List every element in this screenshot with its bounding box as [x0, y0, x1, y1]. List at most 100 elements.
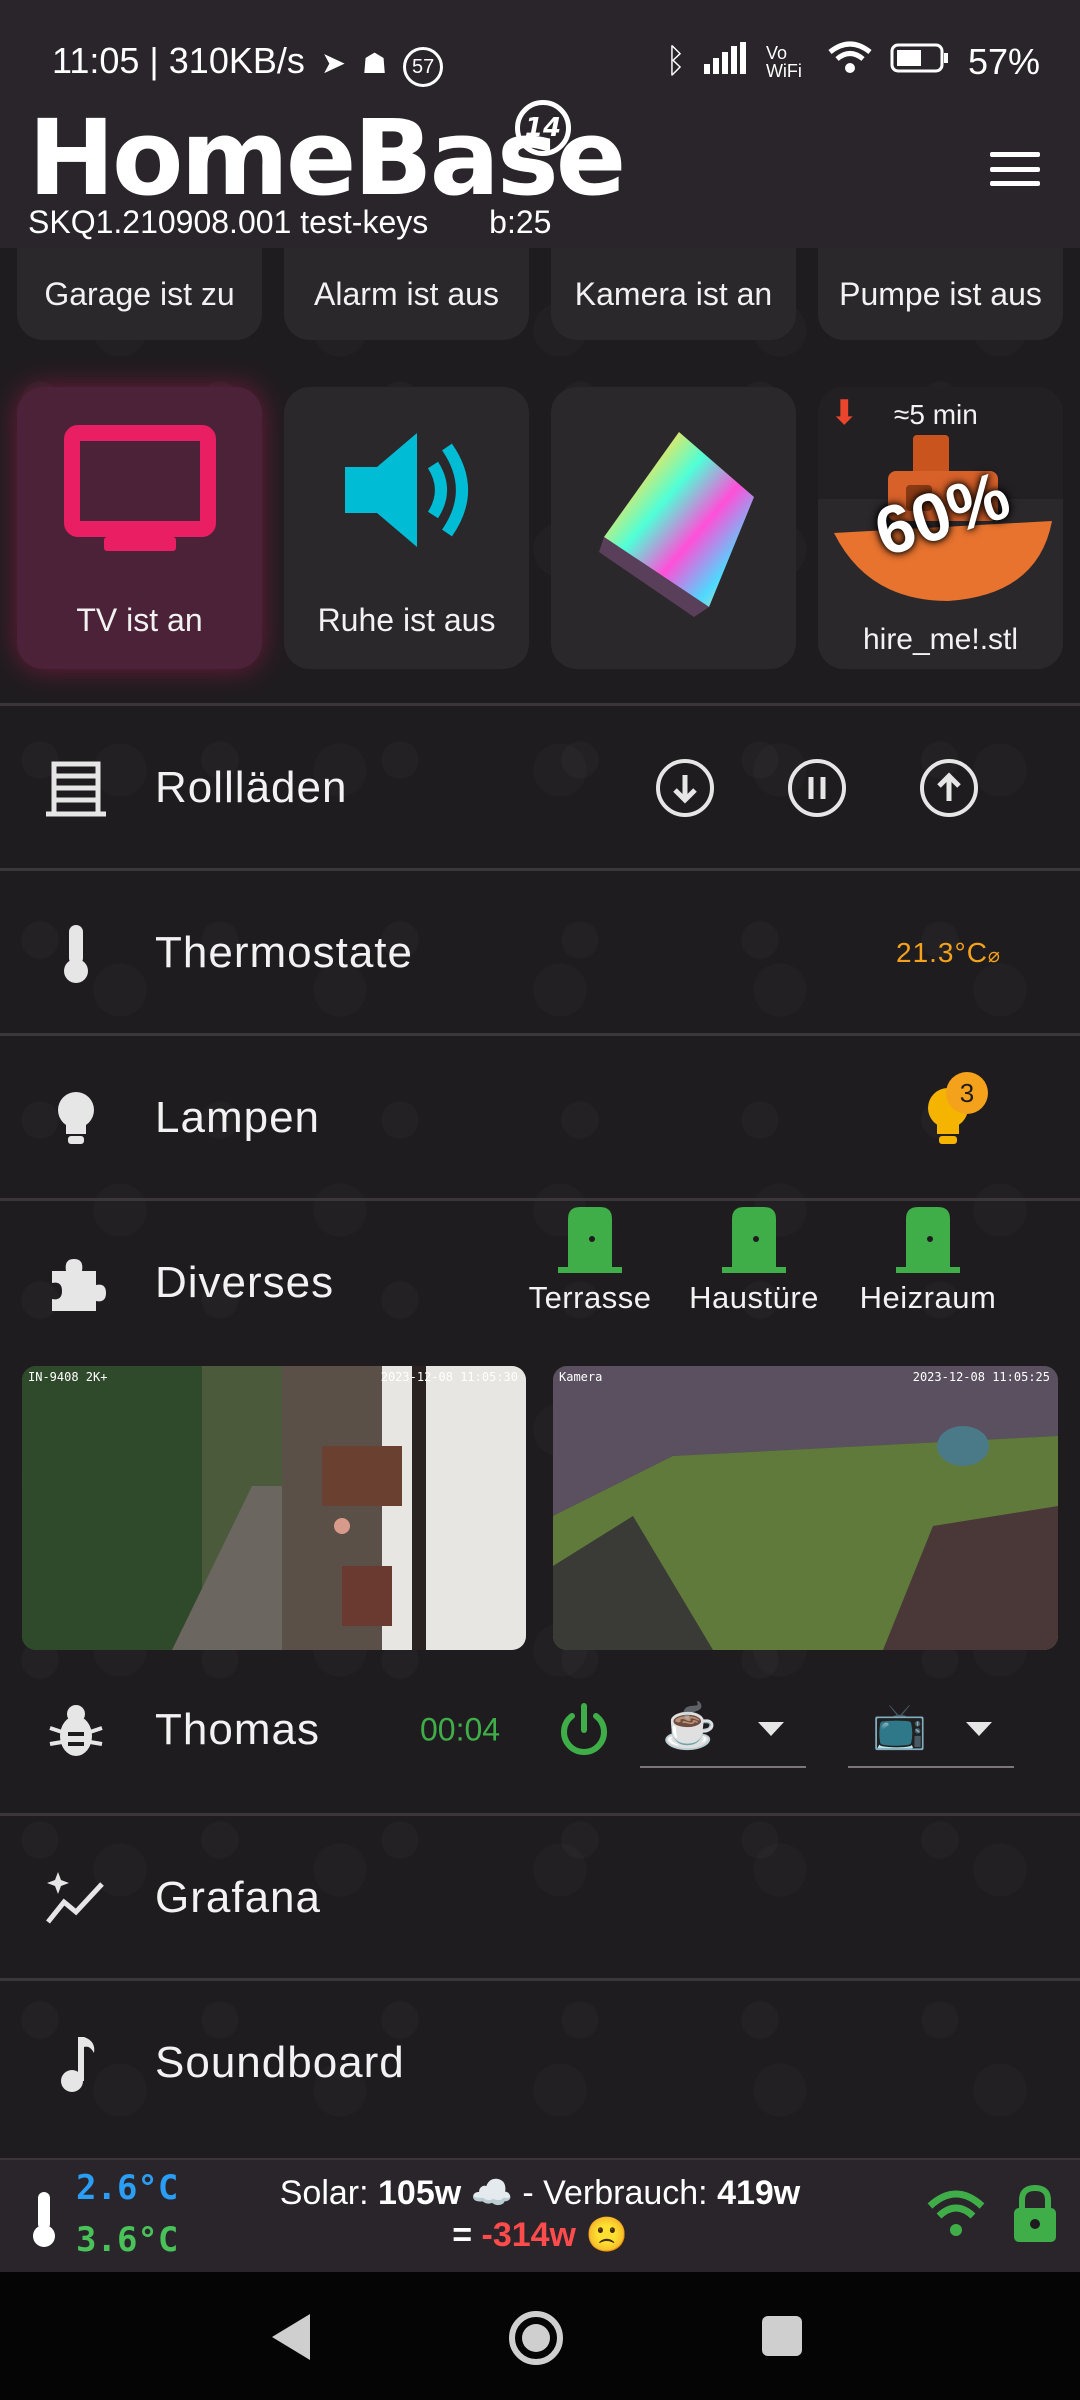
back-icon — [272, 2314, 310, 2360]
chart-sparkle-icon — [44, 1866, 108, 1930]
tv-label: TV ist an — [76, 602, 203, 638]
door-icon — [722, 1207, 786, 1273]
coffee-icon: ☕ — [662, 1702, 717, 1751]
holographic-cube-image — [551, 427, 796, 632]
camera-timestamp: 2023-12-08 11:05:25 — [912, 1370, 1050, 1384]
soundboard-title: Soundboard — [155, 2038, 405, 2087]
status-right-group: ᛒ Vo WiFi 57% — [666, 40, 1040, 83]
lamps-on-indicator[interactable]: 3 — [924, 1072, 1000, 1162]
telegram-icon: ➤ — [320, 47, 347, 80]
door-label: Terrasse — [528, 1280, 652, 1315]
build-number: b:25 — [489, 204, 552, 240]
recents-button[interactable] — [760, 2314, 804, 2363]
user-name: Thomas — [155, 1705, 320, 1754]
menu-icon[interactable] — [990, 152, 1040, 186]
window-shutter-icon — [44, 756, 108, 820]
lamps-row[interactable]: Lampen 3 — [0, 1038, 1080, 1198]
tv-icon — [17, 425, 262, 562]
door-label: Haustüre — [689, 1280, 819, 1315]
camera-feed-garden[interactable]: Kamera 2023-12-08 11:05:25 — [553, 1366, 1058, 1650]
camera-overlay-left: IN-9408 2K+ — [28, 1370, 108, 1384]
bug-icon — [44, 1698, 108, 1762]
alarm-status-button[interactable]: Alarm ist aus — [284, 248, 529, 340]
camera-feed-front[interactable]: IN-9408 2K+ 2023-12-08 11:05:30 — [22, 1366, 526, 1650]
energy-line-1: Solar: 105w ☁️ - Verbrauch: 419w — [279, 2174, 801, 2212]
camera-image — [553, 1366, 1058, 1650]
thermostats-row[interactable]: Thermostate 21.3°C⌀ — [0, 873, 1080, 1033]
lock-icon[interactable] — [1010, 2184, 1060, 2249]
home-button[interactable] — [506, 2308, 566, 2373]
user-row[interactable]: Thomas 00:04 ☕ 📺 — [0, 1650, 1080, 1810]
divider — [0, 1198, 1080, 1201]
shutters-up-button[interactable] — [920, 759, 978, 817]
notification-count-badge: 57 — [403, 47, 444, 87]
lamps-on-count-badge: 3 — [946, 1072, 988, 1114]
door-haustuere[interactable]: Haustüre — [684, 1203, 824, 1316]
thermometer-icon — [44, 921, 108, 985]
lightbulb-icon — [44, 1086, 108, 1150]
door-heizraum[interactable]: Heizraum — [848, 1203, 1008, 1316]
mood-emoji: 🙁 — [585, 2216, 628, 2254]
tv-tile[interactable]: TV ist an — [17, 387, 262, 669]
solar-value: 105w — [378, 2174, 462, 2212]
divider — [0, 1033, 1080, 1036]
bluetooth-icon: ᛒ — [665, 42, 686, 80]
soundboard-row[interactable]: Soundboard — [0, 1983, 1080, 2143]
wifi-connected-icon[interactable] — [926, 2188, 986, 2243]
power-button[interactable] — [556, 1702, 612, 1758]
system-navigation-bar — [0, 2272, 1080, 2400]
version-badge: 14 — [515, 100, 571, 156]
grafana-row[interactable]: Grafana — [0, 1818, 1080, 1978]
camera-status-button[interactable]: Kamera ist an — [551, 248, 796, 340]
consumption-value: 419w — [717, 2174, 801, 2212]
3d-print-tile[interactable]: ⬇ ≈5 min 60% hire_me!.stl — [818, 387, 1063, 669]
camera-timestamp: 2023-12-08 11:05:30 — [380, 1370, 518, 1384]
door-icon — [558, 1207, 622, 1273]
divider — [0, 703, 1080, 706]
holo-tile[interactable] — [551, 387, 796, 669]
door-label: Heizraum — [859, 1280, 997, 1315]
chevron-down-icon — [758, 1722, 784, 1736]
status-time-speed: 11:05 | 310KB/s ➤ ☗ 57 — [52, 40, 444, 87]
shutters-down-button[interactable] — [656, 759, 714, 817]
quiet-mode-label: Ruhe ist aus — [317, 602, 496, 638]
back-button[interactable] — [268, 2312, 314, 2367]
battery-percent: 57% — [967, 40, 1040, 82]
status-buttons-row: Garage ist zu Alarm ist aus Kamera ist a… — [17, 248, 1063, 340]
energy-line-2: = -314w 🙁 — [452, 2216, 628, 2254]
thermostats-title: Thermostate — [155, 928, 413, 977]
door-terrasse[interactable]: Terrasse — [520, 1203, 660, 1316]
build-id: SKQ1.210908.001 test-keys — [28, 204, 429, 240]
temp-outside: 3.6°C — [76, 2220, 179, 2260]
tv-emoji-icon: 📺 — [872, 1702, 927, 1751]
vowifi-label: Vo WiFi — [765, 42, 802, 81]
tv-select[interactable]: 📺 — [848, 1690, 1014, 1768]
wifi-icon — [828, 40, 872, 83]
home-icon — [509, 2311, 563, 2365]
user-timer: 00:04 — [420, 1711, 501, 1748]
grafana-title: Grafana — [155, 1873, 321, 1922]
puzzle-icon — [44, 1251, 108, 1315]
net-value: -314w — [481, 2216, 577, 2254]
diameter-icon: ⌀ — [987, 945, 1001, 967]
recents-icon — [762, 2316, 802, 2356]
music-note-icon — [44, 2031, 108, 2095]
door-icon — [896, 1207, 960, 1273]
misc-title: Diverses — [155, 1258, 335, 1307]
shutters-row[interactable]: Rollläden — [0, 708, 1080, 868]
divider — [0, 868, 1080, 871]
garage-status-button[interactable]: Garage ist zu — [17, 248, 262, 340]
shutters-pause-button[interactable] — [788, 759, 846, 817]
notification-icon: ☗ — [362, 48, 388, 79]
chevron-down-icon — [966, 1722, 992, 1736]
divider — [0, 1813, 1080, 1816]
shutters-title: Rollläden — [155, 763, 348, 812]
energy-summary: Solar: 105w ☁️ - Verbrauch: 419w = -314w… — [180, 2172, 900, 2256]
coffee-select[interactable]: ☕ — [640, 1690, 806, 1768]
select-underline — [640, 1766, 806, 1768]
divider — [0, 1978, 1080, 1981]
pump-status-button[interactable]: Pumpe ist aus — [818, 248, 1063, 340]
quiet-mode-tile[interactable]: Ruhe ist aus — [284, 387, 529, 669]
thermometer-icon — [26, 2190, 62, 2255]
misc-row[interactable]: Diverses Terrasse Haustüre Heizraum — [0, 1203, 1080, 1363]
